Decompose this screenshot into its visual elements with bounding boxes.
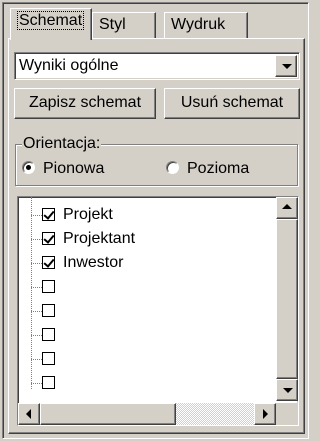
tree-item-label: Projektant <box>63 230 136 247</box>
tab-styl[interactable]: Styl <box>92 12 156 38</box>
tree-branch <box>31 239 42 240</box>
checkbox[interactable] <box>42 256 55 269</box>
tree-branch <box>31 335 42 336</box>
tree-item-label: Projekt <box>63 206 113 223</box>
tab-wydruk-label: Wydruk <box>171 16 226 33</box>
orientation-group: Orientacja: Pionowa Pozioma <box>15 135 298 186</box>
horizontal-scroll-thumb[interactable] <box>40 403 176 425</box>
checkbox[interactable] <box>42 376 55 389</box>
checkbox[interactable] <box>42 328 55 341</box>
tree-branch <box>31 383 42 384</box>
radio-pionowa[interactable]: Pionowa <box>22 159 104 179</box>
tree-branch <box>31 311 42 312</box>
checkbox[interactable] <box>42 352 55 365</box>
tab-styl-label: Styl <box>99 16 126 33</box>
save-schema-button[interactable]: Zapisz schemat <box>14 88 156 119</box>
arrow-up-icon <box>282 204 292 209</box>
scrollbar-corner <box>276 403 298 425</box>
vertical-scroll-thumb[interactable] <box>276 219 298 379</box>
tree-connector-line <box>31 197 32 389</box>
scroll-down-button[interactable] <box>276 379 298 401</box>
arrow-right-icon <box>263 409 268 419</box>
tab-wydruk[interactable]: Wydruk <box>164 12 248 38</box>
tab-schemat[interactable]: Schemat <box>10 8 92 40</box>
arrow-down-icon <box>283 388 293 393</box>
horizontal-scrollbar[interactable] <box>18 403 276 425</box>
radio-pozioma-label: Pozioma <box>187 160 250 177</box>
scroll-right-button[interactable] <box>254 403 276 425</box>
tree-branch <box>31 215 42 216</box>
scroll-left-button[interactable] <box>18 403 40 425</box>
radio-pionowa-indicator <box>22 161 35 174</box>
schema-select-value: Wyniki ogólne <box>19 57 119 74</box>
schema-select[interactable]: Wyniki ogólne <box>14 52 300 80</box>
tree-branch <box>31 287 42 288</box>
radio-pozioma-indicator <box>166 161 179 174</box>
checkbox[interactable] <box>42 232 55 245</box>
chevron-down-icon <box>282 64 292 69</box>
dropdown-button[interactable] <box>275 55 297 77</box>
tree-branch <box>31 263 42 264</box>
field-tree[interactable]: Projekt Projektant Inwestor <box>17 196 299 426</box>
vertical-scrollbar[interactable] <box>276 197 298 401</box>
delete-schema-button[interactable]: Usuń schemat <box>164 88 300 119</box>
tree-item-label: Inwestor <box>63 254 124 271</box>
arrow-left-icon <box>26 409 31 419</box>
tab-schemat-label: Schemat <box>17 11 85 30</box>
radio-pozioma[interactable]: Pozioma <box>166 159 249 179</box>
tree-branch <box>31 359 42 360</box>
checkbox[interactable] <box>42 280 55 293</box>
radio-pionowa-label: Pionowa <box>43 160 105 177</box>
checkbox[interactable] <box>42 208 55 221</box>
orientation-legend: Orientacja: <box>22 135 102 153</box>
scroll-up-button[interactable] <box>276 197 298 219</box>
checkbox[interactable] <box>42 304 55 317</box>
